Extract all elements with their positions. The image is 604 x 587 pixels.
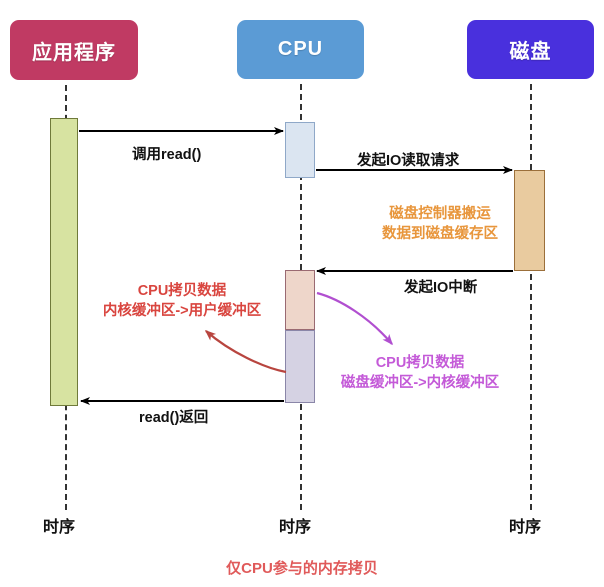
- note-cpu-copy-disk-to-kernel-line2: 磁盘缓冲区->内核缓冲区: [340, 375, 500, 391]
- lifeline-head-cpu: CPU: [237, 20, 364, 79]
- message-label-read-return: read()返回: [139, 410, 209, 426]
- note-cpu-copy-disk-to-kernel-line1: CPU拷贝数据: [375, 355, 465, 371]
- app-activation-bar: [50, 118, 78, 406]
- lifeline-title-cpu: CPU: [277, 38, 324, 60]
- note-cpu-copy-disk-to-kernel: CPU拷贝数据 磁盘缓冲区->内核缓冲区: [320, 353, 520, 393]
- cpu-activation-bar-1: [285, 122, 315, 178]
- cpu-activation-bar-2: [285, 270, 315, 330]
- disk-activation-bar: [514, 170, 545, 271]
- sequence-diagram: 应用程序 CPU 磁盘 调用read() 发起IO读取请求 发起IO中断 rea…: [0, 0, 604, 587]
- cpu-activation-bar-3: [285, 330, 315, 403]
- note-cpu-copy-kernel-to-user: CPU拷贝数据 内核缓冲区->用户缓冲区: [82, 281, 282, 321]
- note-cpu-copy-kernel-to-user-line1: CPU拷贝数据: [137, 283, 227, 299]
- lifeline-head-disk: 磁盘: [467, 20, 594, 79]
- axis-label-cpu: 时序: [279, 519, 312, 536]
- note-disk-controller-line2: 数据到磁盘缓存区: [382, 226, 498, 242]
- arrow-cpu-copy-disk-to-kernel: [316, 291, 393, 346]
- arrow-cpu-copy-kernel-to-user: [204, 330, 287, 374]
- note-disk-controller-line1: 磁盘控制器搬运: [389, 206, 491, 222]
- lifeline-line-disk: [530, 84, 532, 510]
- lifeline-title-disk: 磁盘: [509, 41, 552, 63]
- axis-label-disk: 时序: [509, 519, 542, 536]
- note-disk-controller: 磁盘控制器搬运 数据到磁盘缓存区: [370, 204, 510, 244]
- axis-label-application: 时序: [43, 519, 76, 536]
- diagram-caption: 仅CPU参与的内存拷贝: [226, 560, 378, 577]
- note-cpu-copy-kernel-to-user-line2: 内核缓冲区->用户缓冲区: [102, 303, 262, 319]
- message-label-call-read: 调用read(): [132, 147, 202, 163]
- lifeline-title-application: 应用程序: [32, 41, 116, 64]
- message-label-io-interrupt: 发起IO中断: [404, 280, 478, 296]
- message-label-io-read-request: 发起IO读取请求: [357, 153, 460, 169]
- lifeline-head-application: 应用程序: [10, 20, 138, 80]
